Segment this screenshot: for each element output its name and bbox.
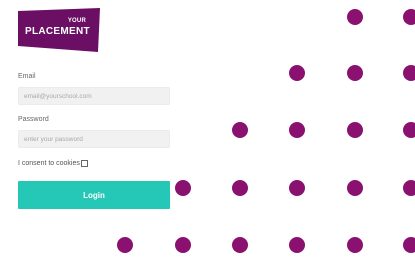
decorative-dot xyxy=(289,122,305,138)
decorative-dot xyxy=(403,237,415,253)
decorative-dot xyxy=(347,122,363,138)
decorative-dot xyxy=(403,9,415,25)
decorative-dot xyxy=(347,9,363,25)
decorative-dot xyxy=(347,65,363,81)
decorative-dot xyxy=(347,180,363,196)
decorative-dot xyxy=(232,237,248,253)
decorative-dot xyxy=(289,65,305,81)
decorative-dot xyxy=(232,122,248,138)
decorative-dot-pattern xyxy=(117,9,415,253)
decorative-dot xyxy=(117,237,133,253)
decorative-dot xyxy=(175,237,191,253)
decorative-dot xyxy=(289,180,305,196)
decorative-dot xyxy=(403,65,415,81)
login-page: YOUR PLACEMENT Email Password I consent … xyxy=(0,0,415,260)
decorative-dot xyxy=(289,237,305,253)
decorative-dot xyxy=(347,237,363,253)
decorative-dot xyxy=(175,180,191,196)
decorative-dot xyxy=(403,180,415,196)
decorative-dot xyxy=(403,122,415,138)
decorative-dot xyxy=(232,180,248,196)
